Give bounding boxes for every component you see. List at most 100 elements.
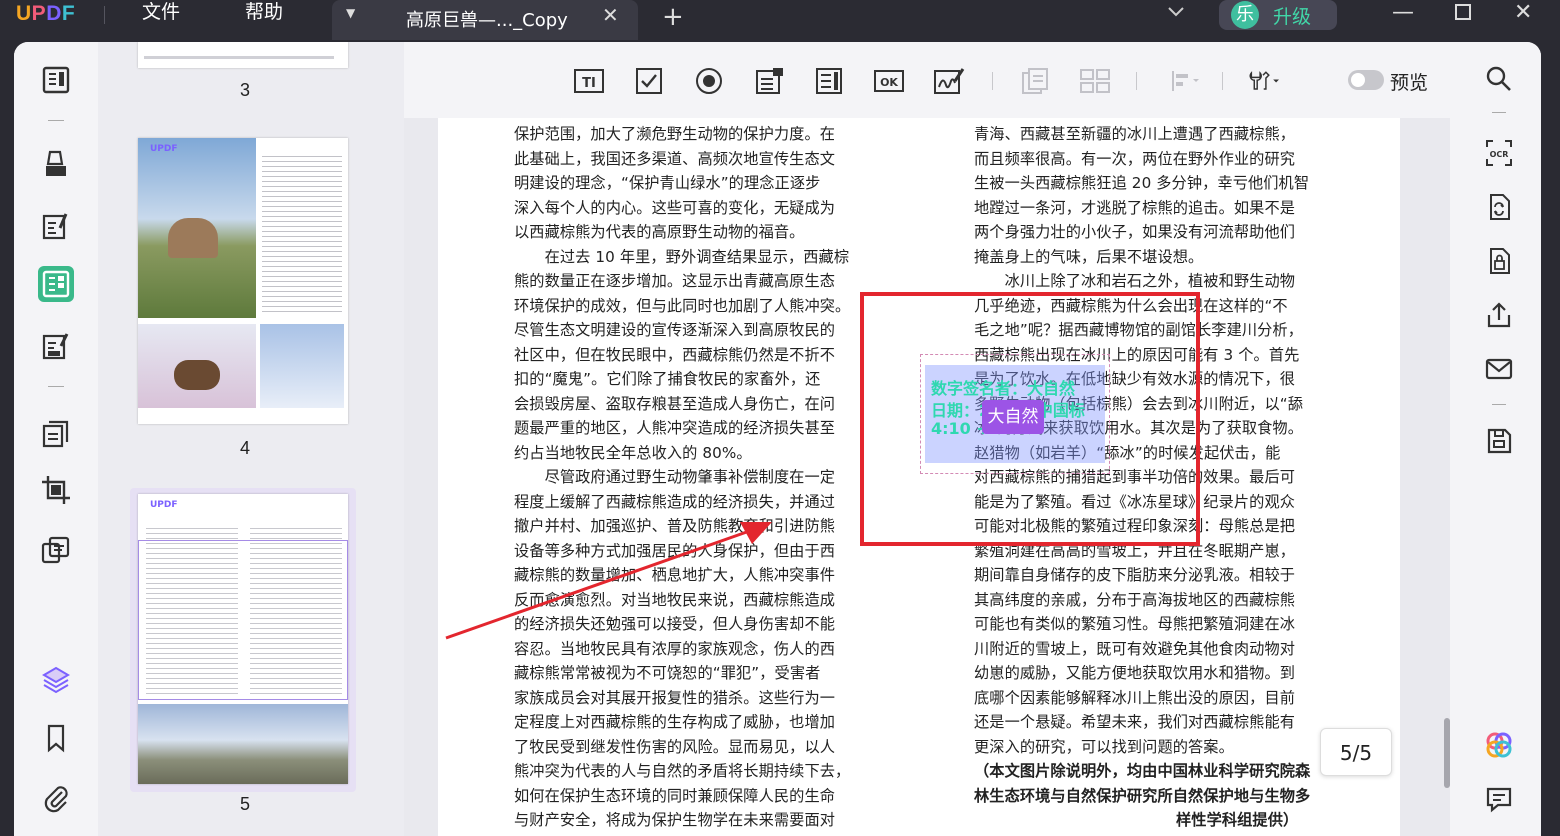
text-line: 扣的“魔鬼”。它们除了捕食牧民的家畜外，还	[514, 370, 821, 388]
thumbnail-page-3[interactable]	[138, 42, 348, 68]
text-line: 此基础上，我国还多渠道、高频次地宣传生态文	[514, 149, 836, 168]
document-area: TI OK 预览 保护范围，加大了濒危野生动物的保护力度。在 此基础上，我国还多…	[404, 42, 1450, 836]
attachment-icon[interactable]	[38, 780, 74, 816]
prepare-form-icon[interactable]	[38, 266, 74, 302]
save-icon[interactable]	[1484, 426, 1514, 456]
text-line: 如何在保护生态环境的同时兼顾保障人民的生命	[514, 786, 836, 805]
list-box-icon[interactable]	[812, 66, 846, 96]
thumbnail-panel: 3 UPDF 4 UPDF 5	[98, 42, 404, 836]
updf-logo[interactable]: UPDF	[16, 2, 75, 26]
protect-icon[interactable]	[1484, 246, 1514, 276]
comment-icon[interactable]	[1484, 784, 1514, 814]
svg-text:OK: OK	[880, 76, 898, 89]
toolbar-separator	[48, 120, 64, 121]
avatar: 乐	[1231, 1, 1259, 29]
crop-icon[interactable]	[38, 472, 74, 508]
share-icon[interactable]	[1484, 300, 1514, 330]
preview-toggle[interactable]	[1348, 70, 1384, 90]
thumbnail-logo: UPDF	[150, 144, 178, 154]
tab-title: 高原巨兽—..._Copy	[406, 10, 568, 31]
ai-assistant-icon[interactable]	[1484, 730, 1514, 760]
thumbnail-page-5[interactable]: UPDF	[138, 494, 348, 784]
text-line: 可能也有类似的繁殖习性。母熊把繁殖洞建在冰	[974, 615, 1296, 633]
text-line: 冰川上除了冰和岩石之外，植被和野生动物	[974, 272, 1296, 290]
page-indicator: 5/5	[1320, 728, 1392, 776]
maximize-icon[interactable]	[1454, 2, 1472, 28]
text-line: 撤户并村、加强巡护、普及防熊教育和引进防熊	[514, 517, 836, 535]
app-workspace: 3 UPDF 4 UPDF 5 TI OK 预览 保护范围，加大了濒危野生动物的…	[14, 42, 1541, 836]
text-line: 明建设的理念，“保护青山绿水”的理念正逐步	[514, 174, 821, 192]
minimize-icon[interactable]: —	[1392, 0, 1414, 26]
toolbar-separator	[1492, 112, 1506, 113]
text-line: 以西藏棕熊为代表的高原野生动物的福音。	[514, 223, 805, 241]
menu-file[interactable]: 文件	[142, 0, 180, 24]
text-line: 的经济损失还勉强可以接受，但人身伤害却不能	[514, 615, 836, 633]
left-toolbar	[14, 42, 98, 836]
menu-help[interactable]: 帮助	[245, 0, 283, 24]
grid-layout-icon[interactable]	[1078, 66, 1112, 96]
text-line: 掩盖身上的气味，后果不堪设想。	[974, 247, 1204, 266]
toolbar-separator	[48, 386, 64, 387]
text-line: 其高纬度的亲戚，分布于高海拔地区的西藏棕熊	[974, 590, 1296, 609]
right-toolbar: OCR	[1450, 42, 1541, 836]
button-field-icon[interactable]: OK	[872, 66, 906, 96]
convert-icon[interactable]	[1484, 192, 1514, 222]
chevron-down-icon[interactable]	[1166, 2, 1186, 27]
document-tab[interactable]: ▼ 高原巨兽—..._Copy ✕	[332, 0, 638, 40]
text-line: 藏棕熊常常被视为不可饶恕的“罪犯”，受害者	[514, 664, 821, 682]
tab-dropdown-icon[interactable]: ▼	[346, 6, 355, 20]
close-window-icon[interactable]: ✕	[1514, 0, 1532, 26]
signature-field-icon[interactable]	[932, 66, 966, 96]
text-line: 保护范围，加大了濒危野生动物的保护力度。在	[514, 125, 836, 143]
text-line: 熊的数量正在逐步增加。这显示出青藏高原生态	[514, 272, 836, 290]
page-number-3: 3	[240, 80, 251, 100]
new-tab-icon[interactable]: +	[662, 2, 684, 32]
text-line: 反而愈演愈烈。对当地牧民来说，西藏棕熊造成	[514, 590, 836, 609]
left-text-column: 保护范围，加大了濒危野生动物的保护力度。在 此基础上，我国还多渠道、高频次地宣传生…	[514, 122, 850, 833]
edit-pdf-icon[interactable]	[38, 208, 74, 244]
text-line: 家族成员会对其展开报复性的猎杀。这些行为一	[514, 688, 836, 707]
text-line: 约占当地牧民全年总收入的 80%。	[514, 443, 752, 462]
text-line: 底哪个因素能够解释冰川上熊出没的原因，目前	[974, 688, 1296, 707]
pdf-page[interactable]: 保护范围，加大了濒危野生动物的保护力度。在 此基础上，我国还多渠道、高频次地宣传生…	[438, 118, 1400, 836]
text-line: 在过去 10 年里，野外调查结果显示，西藏棕	[514, 247, 850, 266]
reader-icon[interactable]	[38, 62, 74, 98]
organize-pages-icon[interactable]	[38, 416, 74, 452]
text-line: 还是一个悬疑。希望未来，我们对西藏棕熊能有	[974, 713, 1296, 731]
upgrade-button[interactable]: 乐 升级	[1219, 0, 1337, 30]
text-field-icon[interactable]: TI	[572, 66, 606, 96]
svg-text:TI: TI	[582, 76, 596, 91]
checkbox-icon[interactable]	[632, 66, 666, 96]
dropdown-field-icon[interactable]	[752, 66, 786, 96]
mail-icon[interactable]	[1484, 354, 1514, 384]
text-line: 设备等多种方式加强居民的人身保护，但由于西	[514, 541, 836, 560]
search-icon[interactable]	[1484, 64, 1514, 94]
page-number-4: 4	[240, 438, 251, 458]
fill-sign-icon[interactable]	[38, 328, 74, 364]
text-line: 深入每个人的内心。这些可喜的变化，无疑成为	[514, 198, 836, 217]
layers-icon[interactable]	[38, 662, 74, 698]
tools-icon[interactable]	[1240, 66, 1286, 96]
thumbnail-page-4[interactable]: UPDF	[138, 138, 348, 424]
page-tools-icon[interactable]	[38, 532, 74, 568]
preview-label: 预览	[1390, 72, 1429, 94]
text-line: 题最严重的地区，人熊冲突造成的经济损失甚至	[514, 419, 836, 437]
title-separator	[104, 6, 105, 24]
duplicate-field-icon[interactable]	[1018, 66, 1052, 96]
toolbar-separator	[1492, 404, 1506, 405]
tab-close-icon[interactable]: ✕	[602, 3, 619, 27]
toolbar-separator	[992, 72, 993, 90]
text-line: 藏棕熊的数量增加、栖息地扩大，人熊冲突事件	[514, 566, 836, 584]
toolbar-separator	[1136, 72, 1137, 90]
align-icon[interactable]	[1168, 66, 1202, 96]
text-line: 程度上缓解了西藏棕熊造成的经济损失，并通过	[514, 492, 836, 511]
radio-button-icon[interactable]	[692, 66, 726, 96]
text-line: 尽管政府通过野生动物肇事补偿制度在一定	[514, 468, 836, 486]
caption-line: 林生态环境与自然保护研究所自然保护地与生物多	[974, 786, 1311, 805]
text-line: 尽管生态文明建设的宣传逐渐深入到高原牧民的	[514, 321, 836, 339]
text-line: 期间靠自身储存的皮下脂肪来分泌乳液。相较于	[974, 566, 1296, 584]
comment-highlighter-icon[interactable]	[38, 146, 74, 182]
text-line: 熊冲突为代表的人与自然的矛盾将长期持续下去，	[514, 762, 851, 780]
ocr-icon[interactable]: OCR	[1484, 138, 1514, 168]
bookmark-icon[interactable]	[38, 720, 74, 756]
